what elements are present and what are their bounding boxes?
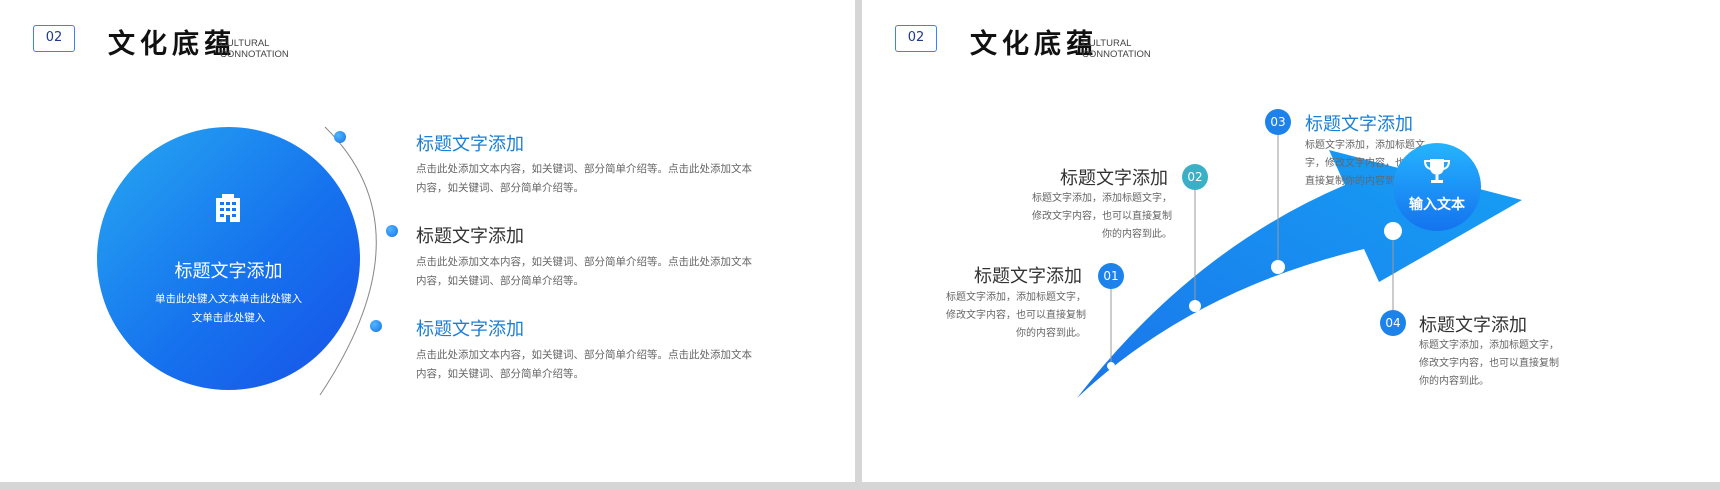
step-number-4: 04	[1380, 310, 1406, 336]
step-number-1: 01	[1098, 263, 1124, 289]
item-desc-1-line-1: 点击此处添加文本内容，如关键词、部分简单介绍等。点击此处添加文本	[416, 163, 752, 175]
trophy-icon	[1423, 159, 1451, 183]
arrow-dot-4	[1384, 222, 1402, 240]
item-desc-2-line-2: 内容，如关键词、部分简单介绍等。	[416, 275, 584, 287]
item-title-1: 标题文字添加	[416, 134, 524, 155]
arc-dot-3	[370, 320, 382, 332]
step-desc-2: 标题文字添加，添加标题文字， 修改文字内容，也可以直接复制 你的内容到此。	[1028, 190, 1172, 244]
circle-subtitle-line-2: 文单击此处键入	[191, 312, 266, 324]
step-desc-4-line-3: 你的内容到此。	[1419, 376, 1489, 387]
goal-label: 输入文本	[1409, 197, 1465, 213]
arc-dot-1	[334, 131, 346, 143]
step-desc-1-line-1: 标题文字添加，添加标题文字，	[946, 292, 1086, 303]
circle-subtitle: 单击此处键入文本单击此处键入 文单击此处键入	[139, 290, 318, 328]
arrow-dot-2	[1189, 300, 1201, 312]
growth-arrow-graphic	[1077, 132, 1522, 398]
goal-circle: 输入文本	[1393, 143, 1481, 231]
step-title-4: 标题文字添加	[1419, 315, 1527, 336]
item-desc-3-line-1: 点击此处添加文本内容，如关键词、部分简单介绍等。点击此处添加文本	[416, 349, 752, 361]
step-desc-4-line-1: 标题文字添加，添加标题文字，	[1419, 340, 1559, 351]
arc-dot-2	[386, 225, 398, 237]
step-desc-1-line-3: 你的内容到此。	[1016, 328, 1086, 339]
item-title-2: 标题文字添加	[416, 226, 524, 247]
step-desc-4: 标题文字添加，添加标题文字， 修改文字内容，也可以直接复制 你的内容到此。	[1419, 337, 1569, 391]
step-number-2: 02	[1182, 164, 1208, 190]
slide-right: 02 文化底蕴 CULTURAL CONNOTATION 01 标题文字添加 标…	[862, 0, 1720, 482]
item-desc-1: 点击此处添加文本内容，如关键词、部分简单介绍等。点击此处添加文本 内容，如关键词…	[416, 160, 766, 198]
item-desc-1-line-2: 内容，如关键词、部分简单介绍等。	[416, 182, 584, 194]
arrow-dot-3	[1271, 260, 1285, 274]
circle-title: 标题文字添加	[174, 261, 283, 282]
step-desc-1: 标题文字添加，添加标题文字， 修改文字内容，也可以直接复制 你的内容到此。	[942, 289, 1086, 343]
circle-subtitle-line-1: 单击此处键入文本单击此处键入	[155, 293, 302, 305]
step-title-1: 标题文字添加	[974, 266, 1082, 287]
item-desc-3: 点击此处添加文本内容，如关键词、部分简单介绍等。点击此处添加文本 内容，如关键词…	[416, 346, 766, 384]
item-desc-2: 点击此处添加文本内容，如关键词、部分简单介绍等。点击此处添加文本 内容，如关键词…	[416, 253, 766, 291]
step-title-3: 标题文字添加	[1305, 114, 1413, 135]
step-desc-1-line-2: 修改文字内容，也可以直接复制	[946, 310, 1086, 321]
slide-left: 02 文化底蕴 CULTURAL CONNOTATION 标题文字添加 单击此处…	[0, 0, 855, 482]
step-title-2: 标题文字添加	[1060, 168, 1168, 189]
step-desc-2-line-1: 标题文字添加，添加标题文字，	[1032, 193, 1172, 204]
step-desc-2-line-3: 你的内容到此。	[1102, 229, 1172, 240]
item-title-3: 标题文字添加	[416, 319, 524, 340]
step-number-3: 03	[1265, 109, 1291, 135]
arrow-dot-1	[1107, 362, 1115, 370]
step-desc-2-line-2: 修改文字内容，也可以直接复制	[1032, 211, 1172, 222]
building-icon	[216, 194, 240, 222]
item-desc-3-line-2: 内容，如关键词、部分简单介绍等。	[416, 368, 584, 380]
step-desc-4-line-2: 修改文字内容，也可以直接复制	[1419, 358, 1559, 369]
item-desc-2-line-1: 点击此处添加文本内容，如关键词、部分简单介绍等。点击此处添加文本	[416, 256, 752, 268]
main-circle: 标题文字添加 单击此处键入文本单击此处键入 文单击此处键入	[97, 127, 360, 390]
